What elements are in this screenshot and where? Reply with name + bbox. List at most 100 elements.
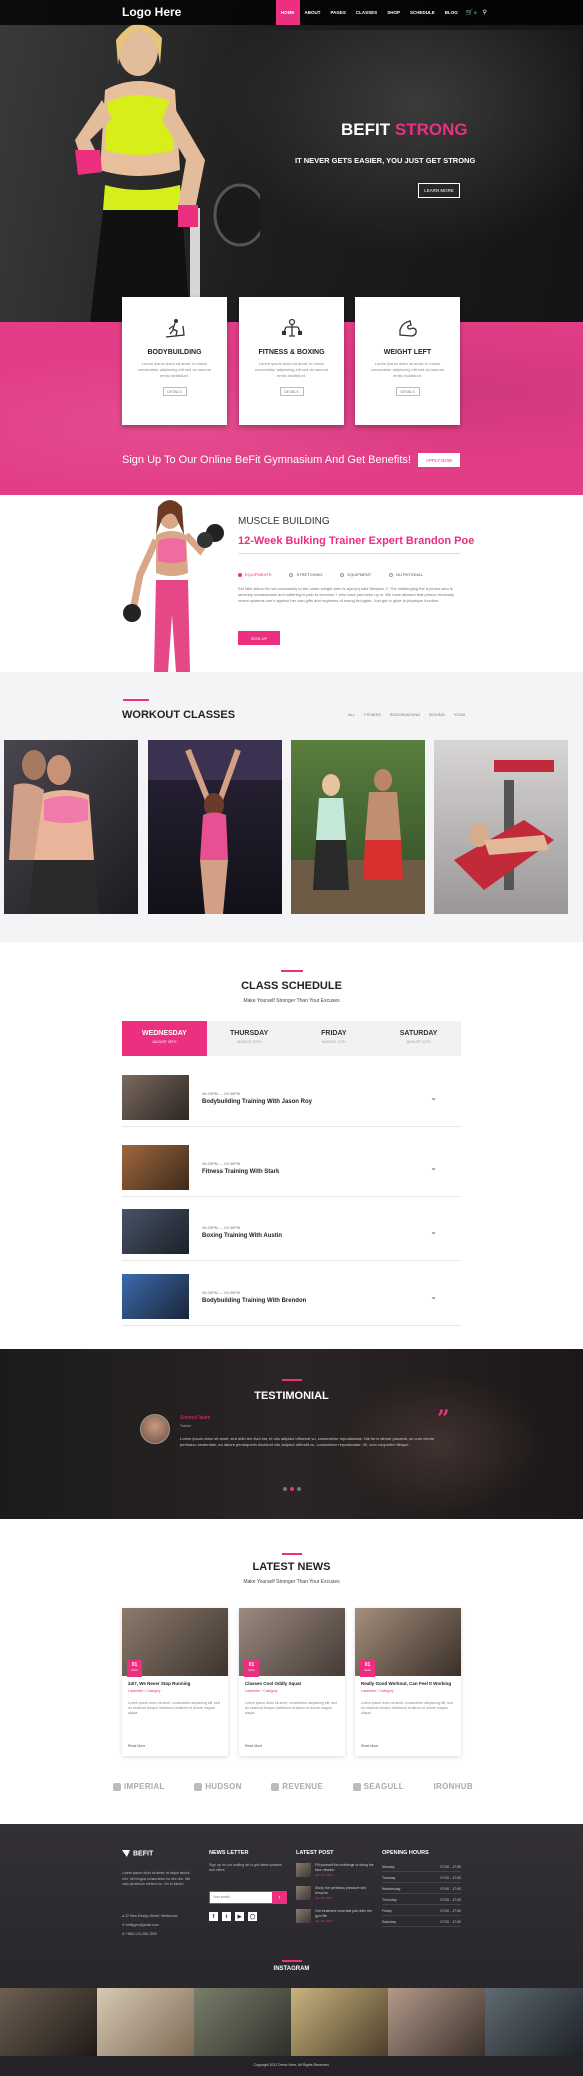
latest-post-heading: LATEST POST	[296, 1850, 334, 1856]
slider-dot[interactable]	[297, 1487, 301, 1491]
sign-up-button[interactable]: SIGN UP	[238, 631, 280, 645]
avatar	[140, 1414, 170, 1444]
filter-bodybuilding[interactable]: BODYBUILDING	[390, 712, 420, 717]
details-button[interactable]: DETAILS	[279, 387, 304, 396]
instagram-photo[interactable]	[97, 1988, 194, 2056]
cart-icon[interactable]: 🛒 0	[463, 0, 480, 25]
tab-nutritional[interactable]: NUTRITIONAL	[389, 572, 423, 577]
read-more-link[interactable]: Read More	[245, 1744, 262, 1748]
youtube-icon[interactable]: ▶	[235, 1912, 244, 1921]
read-more-link[interactable]: Read More	[128, 1744, 145, 1748]
news-card[interactable]: 01 AUG Classes Cool Oddly Squat Lawmeter …	[239, 1608, 345, 1756]
instagram-photo[interactable]	[485, 1988, 583, 2056]
news-post-title[interactable]: 24/7, We Never Stop Running	[128, 1681, 190, 1686]
tab-stretching[interactable]: STRETCHING	[289, 572, 322, 577]
twitter-icon[interactable]: t	[222, 1912, 231, 1921]
learn-more-button[interactable]: LEARN MORE	[418, 183, 460, 198]
instagram-photo[interactable]	[194, 1988, 291, 2056]
nav-blog[interactable]: BLOG	[440, 0, 463, 25]
facebook-icon[interactable]: f	[209, 1912, 218, 1921]
chevron-down-icon[interactable]: ⌄	[430, 1093, 437, 1102]
hero-title: BEFIT STRONG	[341, 120, 468, 139]
schedule-title: CLASS SCHEDULE	[241, 980, 342, 992]
nav-about[interactable]: ABOUT	[300, 0, 326, 25]
schedule-row[interactable]: 08.30PM — 09.30PM Bodybuilding Training …	[122, 1274, 461, 1326]
chevron-down-icon[interactable]: ⌄	[430, 1227, 437, 1236]
nav-classes[interactable]: CLASSES	[351, 0, 382, 25]
instagram-icon[interactable]: ◯	[248, 1912, 257, 1921]
chevron-down-icon[interactable]: ⌄	[430, 1163, 437, 1172]
newsletter-submit-button[interactable]: ›	[272, 1891, 287, 1904]
day-tab-friday[interactable]: FRIDAY AUGUST 11TH	[292, 1021, 377, 1056]
nav-schedule[interactable]: SCHEDULE	[405, 0, 440, 25]
service-card-fitness-boxing: FITNESS & BOXING Lorem ipsum dolor sit a…	[239, 297, 344, 425]
slider-dot[interactable]	[283, 1487, 287, 1491]
apply-now-button[interactable]: APPLY NOW	[418, 453, 460, 467]
schedule-subtitle: Make Yourself Stronger Than Your Excuses	[243, 998, 340, 1004]
details-button[interactable]: DETAILS	[395, 387, 420, 396]
news-card[interactable]: 01 AUG Really Good Workout, Can Feel It W…	[355, 1608, 461, 1756]
news-excerpt: Lorem ipsum dolor sit amet, consectetur …	[128, 1701, 220, 1715]
news-post-title[interactable]: Classes Cool Oddly Squat	[245, 1681, 301, 1686]
schedule-row[interactable]: 08.30PM — 09.30PM Boxing Training With A…	[122, 1209, 461, 1261]
details-button[interactable]: DETAILS	[162, 387, 187, 396]
chevron-down-icon[interactable]: ⌄	[430, 1292, 437, 1301]
testimonial-name: Sriemul Islam	[180, 1415, 211, 1421]
newsletter-text: Sign up for our mailing list to get late…	[209, 1863, 282, 1872]
nav-shop[interactable]: SHOP	[382, 0, 405, 25]
news-post-title[interactable]: Really Good Workout, Can Feel It Working	[361, 1681, 451, 1686]
footer-phone: ✆ +880-123-456-7890	[122, 1932, 157, 1936]
accent-bar	[282, 1379, 302, 1381]
filter-all[interactable]: ALL	[348, 712, 355, 717]
footer-logo[interactable]: BEFIT	[122, 1850, 153, 1857]
footer-post[interactable]: Study the pertinaxu pleasure sed tempore…	[296, 1886, 374, 1900]
day-tab-thursday[interactable]: THURSDAY AUGUST 10TH	[207, 1021, 292, 1056]
workout-image[interactable]	[434, 740, 568, 914]
class-name: Fitness Training With Stark	[202, 1169, 280, 1175]
nav-home[interactable]: HOME	[276, 0, 300, 25]
site-logo[interactable]: Logo Here	[122, 5, 181, 19]
footer-email[interactable]: ✉ befitgym@gmail.com	[122, 1923, 159, 1927]
brand-imperial: IMPERIAL	[113, 1782, 165, 1791]
footer-post[interactable]: Get treatment essential part after the g…	[296, 1909, 374, 1923]
slider-dot-active[interactable]	[290, 1487, 294, 1491]
brand-logos: IMPERIAL HUDSON REVENUE SEAGULL IRONHUB	[113, 1782, 473, 1791]
tab-equipments[interactable]: EQUIPMENTS	[238, 572, 271, 577]
news-card[interactable]: 01 AUG 24/7, We Never Stop Running Lawmet…	[122, 1608, 228, 1756]
workout-image[interactable]	[148, 740, 282, 914]
instagram-heading: INSTAGRAM	[273, 1966, 310, 1972]
service-title: WEIGHT LEFT	[383, 349, 432, 356]
filter-yoga[interactable]: YOGA	[454, 712, 466, 717]
hours-row: Monday 07:00 - 17:00	[382, 1863, 461, 1872]
class-image	[122, 1209, 189, 1254]
trainer-image	[123, 500, 224, 672]
quote-icon: ”	[437, 1406, 450, 1432]
workout-image[interactable]	[4, 740, 138, 914]
read-more-link[interactable]: Read More	[361, 1744, 378, 1748]
class-name: Bodybuilding Training With Jason Roy	[202, 1099, 312, 1105]
news-date: 01 AUG	[127, 1660, 142, 1677]
filter-fitness[interactable]: FITNESS	[364, 712, 381, 717]
brand-revenue: REVENUE	[271, 1782, 323, 1791]
filter-boxing[interactable]: BOXING	[429, 712, 445, 717]
copyright: Copyright 2022 Demo Here. All Rights Res…	[253, 2063, 330, 2067]
instagram-photo[interactable]	[388, 1988, 485, 2056]
instagram-photo[interactable]	[0, 1988, 97, 2056]
search-icon[interactable]: ⚲	[479, 0, 489, 25]
service-text: Lorem ipsum dolor sit amet, in emico con…	[137, 361, 212, 378]
slider-dots	[283, 1487, 301, 1491]
workout-title: WORKOUT CLASSES	[122, 709, 236, 721]
day-tab-saturday[interactable]: SATURDAY AUGUST 12TH	[376, 1021, 461, 1056]
accent-bar	[282, 1553, 302, 1555]
schedule-row[interactable]: 08.30PM — 09.30PM Fitness Training With …	[122, 1145, 461, 1197]
tab-equipment[interactable]: EQUIPMENT	[340, 572, 371, 577]
brand-seagull: SEAGULL	[352, 1782, 404, 1791]
workout-image[interactable]	[291, 740, 425, 914]
schedule-row[interactable]: 08.30PM — 09.30PM Bodybuilding Training …	[122, 1075, 461, 1127]
day-tab-wednesday[interactable]: WEDNESDAY AUGUST 09TH	[122, 1021, 207, 1056]
muscle-building-title: MUSCLE BUILDING	[238, 516, 330, 527]
footer-post[interactable]: Fill yourself the challenge of doing the…	[296, 1863, 374, 1877]
instagram-photo[interactable]	[291, 1988, 388, 2056]
service-title: FITNESS & BOXING	[258, 349, 325, 356]
nav-pages[interactable]: PAGES	[326, 0, 351, 25]
